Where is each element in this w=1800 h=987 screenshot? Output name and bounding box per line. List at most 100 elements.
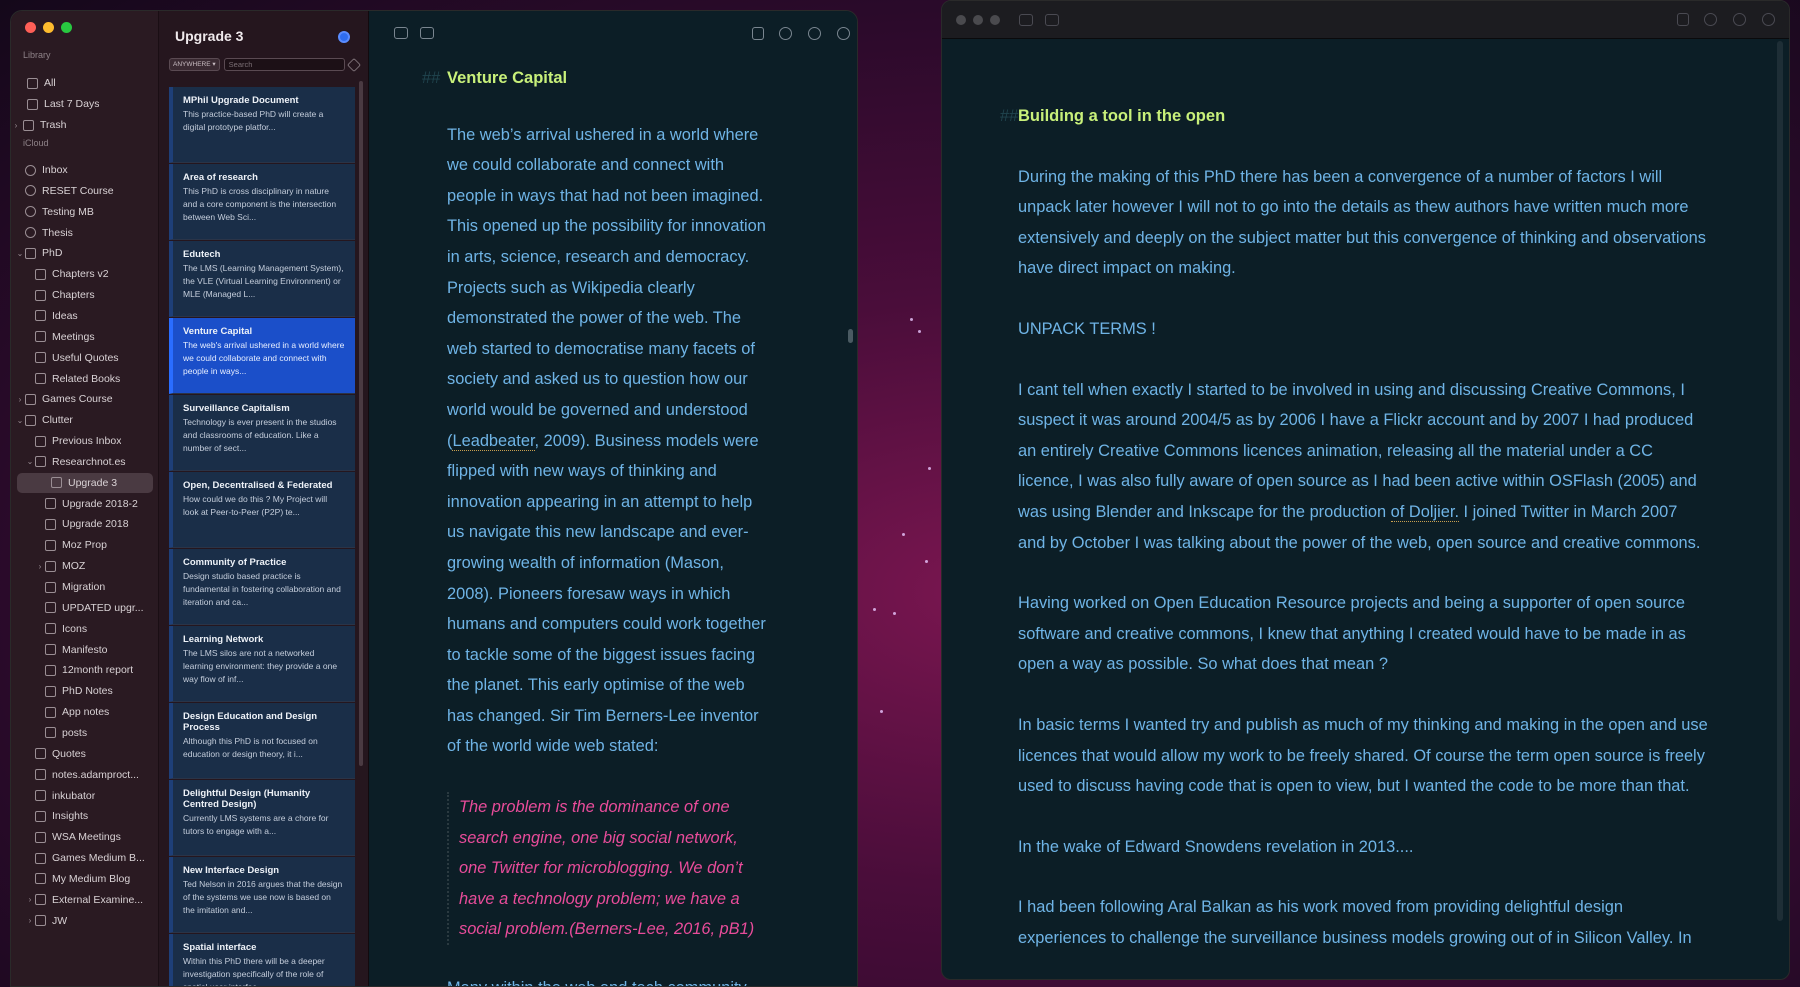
sidebar-toggle-icon[interactable] [1019,14,1033,26]
sidebar-item[interactable]: Moz Prop [11,535,159,555]
sidebar-item[interactable]: ⌄ Clutter [11,410,159,430]
zoom-window-button[interactable] [990,15,1000,25]
note-card[interactable]: Spatial interface Within this PhD there … [169,934,355,986]
sidebar-item[interactable]: Migration [11,577,159,597]
note-body[interactable]: ## Building a tool in the open During th… [1000,101,1708,979]
paragraph: I had been following Aral Balkan as his … [1018,898,1692,947]
disclosure-icon[interactable]: › [35,562,45,571]
note-card[interactable]: Surveillance Capitalism Technology is ev… [169,395,355,471]
zoom-window-button[interactable] [61,22,72,33]
sidebar-item[interactable]: Insights [11,806,159,826]
sidebar-item[interactable]: UPDATED upgr... [11,598,159,618]
info-icon[interactable] [1762,13,1775,26]
close-window-button[interactable] [25,22,36,33]
sidebar-item[interactable]: Upgrade 3 [17,472,153,493]
sidebar-item[interactable]: Thesis [11,223,159,243]
disclosure-icon[interactable]: › [25,916,35,925]
sidebar-item[interactable]: Ideas [11,306,159,326]
search-icon[interactable] [1704,13,1717,26]
sidebar-item[interactable]: › JW [11,911,159,931]
disclosure-icon[interactable]: › [11,121,21,130]
sidebar-toggle-icon[interactable] [394,27,408,39]
minimize-window-button[interactable] [43,22,54,33]
sidebar-item[interactable]: App notes [11,702,159,722]
folder-icon [45,581,56,593]
folder-icon [35,831,46,843]
note-card[interactable]: New Interface Design Ted Nelson in 2016 … [169,857,355,933]
sidebar-item[interactable]: Games Medium B... [11,848,159,868]
sidebar-item-label: Games Medium B... [52,852,145,865]
editor-scrollbar[interactable] [848,329,853,343]
note-card[interactable]: Design Education and Design Process Alth… [169,703,355,779]
sidebar-item[interactable]: My Medium Blog [11,869,159,889]
sidebar-item-label: Clutter [42,414,73,427]
sidebar-item[interactable]: Meetings [11,327,159,347]
sidebar-item[interactable]: › Games Course [11,389,159,409]
wiki-link[interactable]: of Doljier. [1390,502,1459,522]
sidebar-item[interactable]: Upgrade 2018-2 [11,494,159,514]
sidebar-item-label: Previous Inbox [52,435,122,448]
todo-check-icon[interactable] [808,27,821,40]
note-card[interactable]: Area of research This PhD is cross disci… [169,164,355,240]
sidebar-item[interactable]: 12month report [11,660,159,680]
sidebar-item[interactable]: WSA Meetings [11,827,159,847]
disclosure-icon[interactable]: ⌄ [25,457,35,466]
sidebar-item[interactable]: Inbox [11,160,159,180]
new-note-icon[interactable] [1045,14,1059,26]
sidebar-item[interactable]: All [11,73,159,93]
sidebar-item[interactable]: Icons [11,619,159,639]
sidebar-item[interactable]: ⌄ Researchnot.es [11,452,159,472]
sidebar-item[interactable]: Previous Inbox [11,431,159,451]
sidebar-item[interactable]: › Trash [11,115,159,135]
disclosure-icon[interactable]: ⌄ [15,416,25,425]
folder-icon [45,602,56,614]
disclosure-icon[interactable]: › [25,895,35,904]
sidebar-item[interactable]: Chapters [11,285,159,305]
sidebar-item[interactable]: Manifesto [11,640,159,660]
folder-icon [35,915,46,927]
sidebar-item[interactable]: Last 7 Days [11,94,159,114]
disclosure-icon[interactable]: › [15,395,25,404]
close-window-button[interactable] [956,15,966,25]
search-scope-dropdown[interactable]: ANYWHERE ▾ [169,58,220,71]
sidebar-item[interactable]: PhD Notes [11,681,159,701]
note-card[interactable]: Edutech The LMS (Learning Management Sys… [169,241,355,317]
sidebar-item[interactable]: Chapters v2 [11,264,159,284]
new-note-icon[interactable] [420,27,434,39]
editor-scrollbar[interactable] [1777,41,1783,921]
note-card[interactable]: Delightful Design (Humanity Centred Desi… [169,780,355,856]
note-card[interactable]: Learning Network The LMS silos are not a… [169,626,355,702]
sync-status-icon[interactable] [338,31,350,43]
sidebar-item[interactable]: posts [11,723,159,743]
note-card[interactable]: Open, Decentralised & Federated How coul… [169,472,355,548]
citation-link[interactable]: Leadbeater [452,431,535,451]
search-input[interactable]: Search [223,58,345,71]
note-card[interactable]: Venture Capital The web's arrival ushere… [169,318,355,394]
note-card[interactable]: MPhil Upgrade Document This practice-bas… [169,87,355,163]
disclosure-icon[interactable]: ⌄ [15,249,25,258]
sidebar-item[interactable]: RESET Course [11,181,159,201]
sidebar-item[interactable]: › External Examine... [11,890,159,910]
share-icon[interactable] [1677,13,1689,26]
search-icon[interactable] [779,27,792,40]
sidebar-item[interactable]: notes.adamproct... [11,765,159,785]
share-icon[interactable] [752,27,764,40]
sidebar-item[interactable]: inkubator [11,786,159,806]
note-heading: ## Building a tool in the open [1000,101,1708,132]
note-list-scrollbar[interactable] [359,81,363,766]
todo-check-icon[interactable] [1733,13,1746,26]
folder-icon [35,810,46,822]
sidebar-item[interactable]: Useful Quotes [11,348,159,368]
tag-icon[interactable] [346,57,362,72]
sidebar-item-label: My Medium Blog [52,872,131,885]
sidebar-item[interactable]: Upgrade 2018 [11,514,159,534]
note-body[interactable]: ## Venture Capital The web’s arrival ush… [422,63,767,986]
sidebar-item[interactable]: Testing MB [11,202,159,222]
minimize-window-button[interactable] [973,15,983,25]
info-icon[interactable] [837,27,850,40]
sidebar-item[interactable]: Quotes [11,744,159,764]
note-card[interactable]: Community of Practice Design studio base… [169,549,355,625]
sidebar-item[interactable]: Related Books [11,369,159,389]
sidebar-item[interactable]: ⌄ PhD [11,243,159,263]
sidebar-item[interactable]: › MOZ [11,556,159,576]
